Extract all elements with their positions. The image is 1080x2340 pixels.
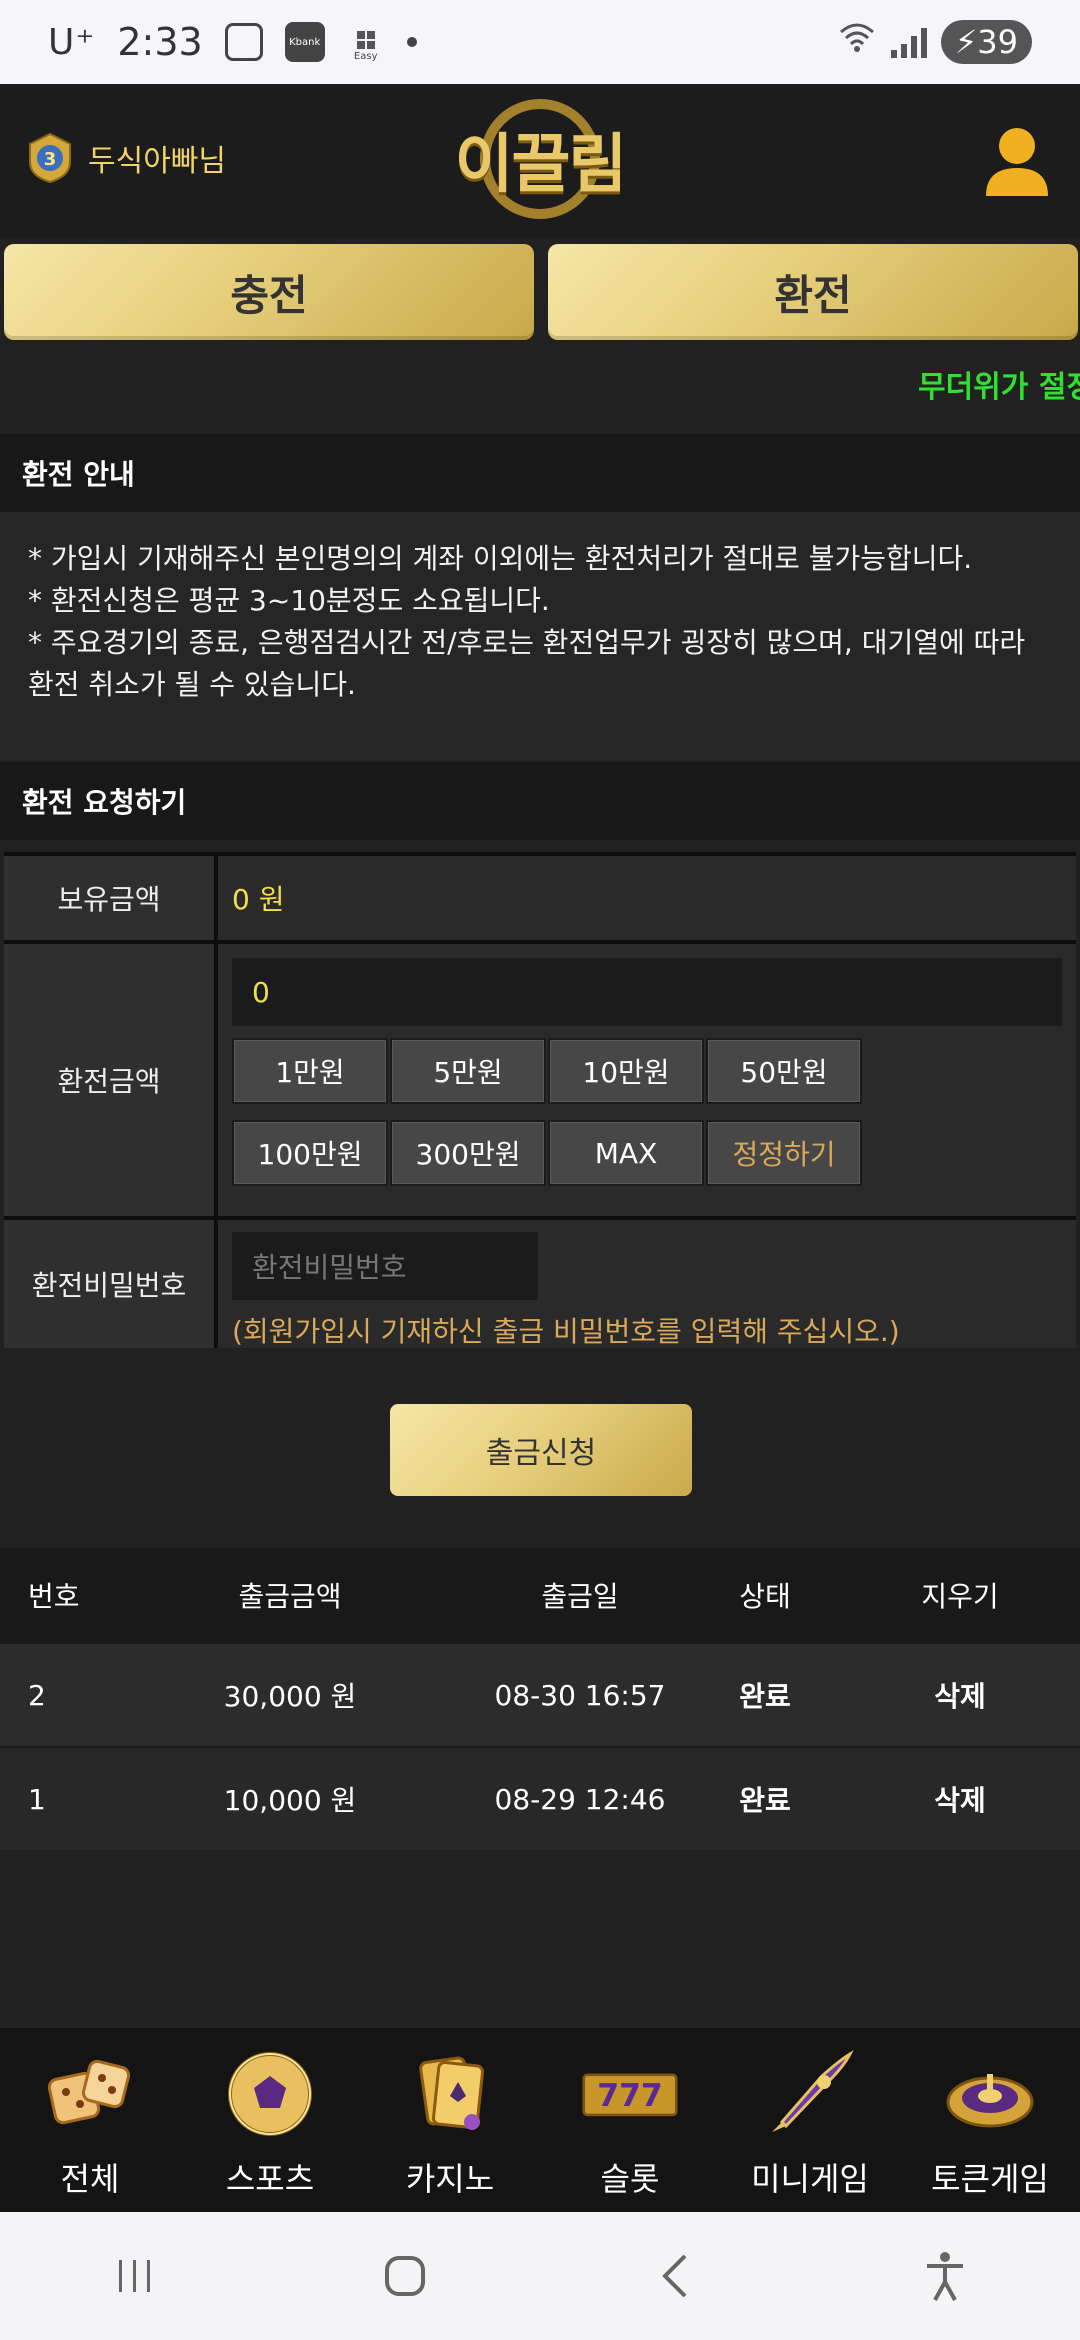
status-bar: U⁺ 2:33 Kbank Easy ⚡ 39 <box>0 0 1080 84</box>
nav-all[interactable]: 전체 <box>0 2028 180 2212</box>
rank-badge-icon: 3 <box>29 132 71 184</box>
nav-label: 미니게임 <box>751 2160 869 2198</box>
row-date: 08-30 16:57 <box>494 1678 666 1712</box>
system-nav-bar <box>0 2212 1080 2340</box>
slot-777-icon: 777 <box>582 2073 678 2117</box>
table-row: 1 10,000 원 08-29 12:46 완료 삭제 <box>0 1746 1080 1850</box>
withdraw-request-button[interactable]: 출금신청 <box>390 1404 692 1496</box>
chip-500k-button[interactable]: 50만원 <box>706 1038 862 1104</box>
amount-input[interactable]: 0 <box>232 958 1062 1026</box>
easy-label: Easy <box>353 51 378 62</box>
charging-icon: ⚡ <box>954 23 978 61</box>
header-amount: 출금금액 <box>238 1580 342 1613</box>
nav-label: 전체 <box>60 2160 120 2198</box>
delete-button[interactable]: 삭제 <box>840 1675 1080 1715</box>
recent-apps-icon <box>119 2260 150 2292</box>
logo-text: 이끌림 <box>454 128 628 202</box>
nav-label: 토큰게임 <box>931 2160 1049 2198</box>
accessibility-button[interactable] <box>905 2236 985 2316</box>
svg-text:777: 777 <box>597 2078 663 2114</box>
nav-label: 카지노 <box>405 2160 495 2198</box>
chip-max-button[interactable]: MAX <box>548 1120 704 1186</box>
delete-button[interactable]: 삭제 <box>840 1779 1080 1819</box>
row-amount: 10,000 원 <box>223 1784 357 1817</box>
back-button[interactable] <box>635 2236 715 2316</box>
home-icon <box>385 2256 425 2296</box>
amount-row: 환전금액 0 1만원 5만원 10만원 50만원 100만원 300만원 MAX… <box>4 940 1076 1216</box>
category-nav: 전체 스포츠 카지노 777 슬롯 미니게임 토큰게임 <box>0 2028 1080 2212</box>
roulette-icon <box>946 2074 1034 2128</box>
header-date: 출금일 <box>541 1580 619 1613</box>
notice-line: * 주요경기의 종료, 은행점검시간 전/후로는 환전업무가 굉장히 많으며, … <box>28 626 1026 659</box>
profile-icon[interactable] <box>982 124 1052 200</box>
site-logo[interactable]: 이끌림 <box>450 94 630 224</box>
home-button[interactable] <box>365 2236 445 2316</box>
request-title: 환전 요청하기 <box>0 762 1080 840</box>
row-date: 08-29 12:46 <box>494 1782 666 1816</box>
signal-icon <box>890 26 927 58</box>
site-header: 3 두식아빠님 이끌림 <box>0 84 1080 238</box>
password-label: 환전비밀번호 <box>4 1220 218 1348</box>
accessibility-icon <box>927 2252 963 2301</box>
password-hint: (회원가입시 기재하신 출금 비밀번호를 입력해 주십시오.) <box>232 1315 900 1348</box>
user-badge[interactable]: 3 두식아빠님 <box>24 132 226 184</box>
chip-1m-button[interactable]: 100만원 <box>232 1120 388 1186</box>
chip-3m-button[interactable]: 300만원 <box>390 1120 546 1186</box>
chip-100k-button[interactable]: 10만원 <box>548 1038 704 1104</box>
amount-label: 환전금액 <box>4 944 218 1216</box>
exchange-form: 보유금액 0 원 환전금액 0 1만원 5만원 10만원 50만원 100만원 … <box>4 852 1076 1348</box>
row-status: 완료 <box>739 1680 791 1713</box>
kbank-icon: Kbank <box>284 22 325 62</box>
nav-minigame[interactable]: 미니게임 <box>720 2028 900 2212</box>
row-status: 완료 <box>739 1784 791 1817</box>
soccer-ball-icon <box>228 2052 312 2136</box>
battery-level: 39 <box>977 23 1018 61</box>
recent-apps-button[interactable] <box>95 2236 175 2316</box>
balance-value: 0 원 <box>218 856 1076 940</box>
user-name: 두식아빠님 <box>88 144 226 179</box>
row-amount: 30,000 원 <box>223 1680 357 1713</box>
cards-icon <box>419 2056 485 2130</box>
notice-marquee: 무더위가 절정 <box>918 370 1080 405</box>
chip-10k-button[interactable]: 1만원 <box>232 1038 388 1104</box>
dice-icon <box>47 2059 131 2125</box>
notice-line: 환전 취소가 될 수 있습니다. <box>28 668 356 701</box>
reset-button[interactable]: 정정하기 <box>706 1120 862 1186</box>
notice-line: * 가입시 기재해주신 본인명의의 계좌 이외에는 환전처리가 절대로 불가능합… <box>28 542 973 575</box>
nav-slot[interactable]: 777 슬롯 <box>540 2028 720 2212</box>
nav-label: 스포츠 <box>225 2160 315 2198</box>
wifi-icon <box>837 22 877 63</box>
deposit-button[interactable]: 충전 <box>4 244 534 340</box>
chip-50k-button[interactable]: 5만원 <box>390 1038 546 1104</box>
header-delete: 지우기 <box>921 1580 999 1613</box>
carrier-label: U⁺ <box>48 21 96 63</box>
rank-number: 3 <box>44 149 57 170</box>
withdraw-history-table: 번호 출금금액 출금일 상태 지우기 2 30,000 원 08-30 16:5… <box>0 1548 1080 1850</box>
row-no: 2 <box>28 1678 46 1712</box>
table-row: 2 30,000 원 08-30 16:57 완료 삭제 <box>0 1642 1080 1746</box>
notification-dot-icon <box>406 37 417 47</box>
balance-row: 보유금액 0 원 <box>4 852 1076 940</box>
notice-title: 환전 안내 <box>0 434 1080 512</box>
nav-casino[interactable]: 카지노 <box>360 2028 540 2212</box>
nav-label: 슬롯 <box>600 2160 660 2198</box>
header-status: 상태 <box>739 1580 791 1613</box>
password-row: 환전비밀번호 환전비밀번호 (회원가입시 기재하신 출금 비밀번호를 입력해 주… <box>4 1216 1076 1348</box>
back-icon <box>662 2254 687 2298</box>
nav-sports[interactable]: 스포츠 <box>180 2028 360 2212</box>
easy-app-icon: Easy <box>347 22 385 62</box>
exchange-button[interactable]: 환전 <box>548 244 1078 340</box>
battery-indicator: ⚡ 39 <box>940 20 1032 64</box>
nav-token-game[interactable]: 토큰게임 <box>900 2028 1080 2212</box>
table-header: 번호 출금금액 출금일 상태 지우기 <box>0 1548 1080 1642</box>
header-no: 번호 <box>28 1580 80 1613</box>
notice-box: * 가입시 기재해주신 본인명의의 계좌 이외에는 환전처리가 절대로 불가능합… <box>0 512 1080 760</box>
row-no: 1 <box>28 1782 46 1816</box>
screenshot-icon <box>224 23 263 61</box>
rocket-icon <box>772 2050 854 2132</box>
password-input[interactable]: 환전비밀번호 <box>232 1232 538 1300</box>
balance-label: 보유금액 <box>4 856 218 940</box>
clock: 2:33 <box>117 20 203 64</box>
notice-line: * 환전신청은 평균 3~10분정도 소요됩니다. <box>28 584 550 617</box>
